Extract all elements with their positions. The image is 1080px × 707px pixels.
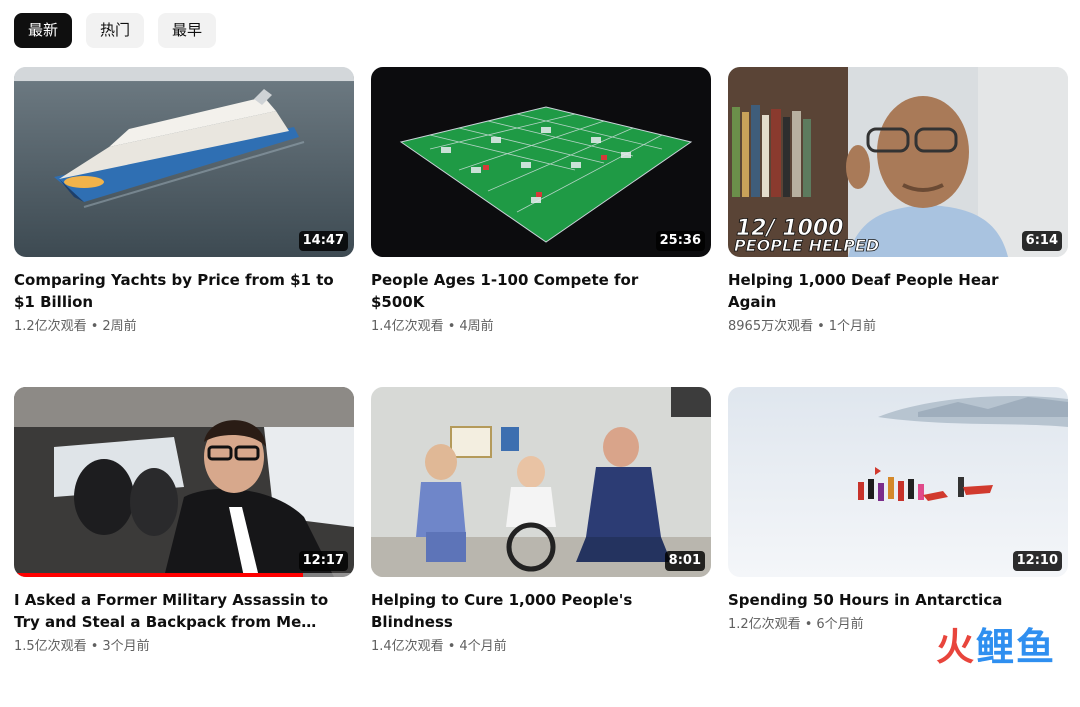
video-title[interactable]: Helping to Cure 1,000 People's Blindness <box>371 589 691 633</box>
video-duration: 12:17 <box>298 551 348 571</box>
upload-age: 3个月前 <box>102 639 150 654</box>
view-count: 1.4亿次观看 <box>371 319 444 334</box>
upload-age: 4周前 <box>459 319 494 334</box>
separator-dot: • <box>447 639 456 654</box>
chip-newest[interactable]: 最新 <box>14 13 73 48</box>
video-duration: 8:01 <box>664 551 705 571</box>
video-thumbnail[interactable]: 12:10 <box>728 387 1068 577</box>
video-thumbnail[interactable]: 14:47 <box>14 67 354 257</box>
video-title[interactable]: People Ages 1-100 Compete for $500K <box>371 269 691 313</box>
watermark-logo: 火鲤鱼 <box>936 616 1056 671</box>
video-title[interactable]: Comparing Yachts by Price from $1 to $1 … <box>14 269 334 313</box>
view-count: 1.2亿次观看 <box>14 319 87 334</box>
video-card[interactable]: 12:17 I Asked a Former Military Assassin… <box>14 387 354 707</box>
video-meta: 1.2亿次观看 • 2周前 <box>14 318 354 336</box>
video-meta: 1.4亿次观看 • 4个月前 <box>371 638 711 656</box>
arena-cubicles-thumbnail <box>371 67 711 257</box>
video-title[interactable]: Spending 50 Hours in Antarctica <box>728 589 1048 611</box>
cruise-ship-thumbnail <box>14 67 354 257</box>
video-duration: 6:14 <box>1021 231 1062 251</box>
upload-age: 2周前 <box>102 319 137 334</box>
snow-expedition-thumbnail <box>728 387 1068 577</box>
video-grid: 14:47 Comparing Yachts by Price from $1 … <box>14 67 1068 707</box>
upload-age: 4个月前 <box>459 639 507 654</box>
video-title[interactable]: I Asked a Former Military Assassin to Tr… <box>14 589 334 633</box>
video-duration: 25:36 <box>655 231 705 251</box>
video-meta: 1.4亿次观看 • 4周前 <box>371 318 711 336</box>
video-card[interactable]: 25:36 People Ages 1-100 Compete for $500… <box>371 67 711 387</box>
chip-oldest[interactable]: 最早 <box>158 13 217 48</box>
video-thumbnail[interactable]: 12/ 1000 PEOPLE HELPED 6:14 <box>728 67 1068 257</box>
car-interior-thumbnail <box>14 387 354 577</box>
thumbnail-overlay-caption: PEOPLE HELPED <box>734 236 879 255</box>
upload-age: 1个月前 <box>828 319 877 334</box>
video-meta: 1.5亿次观看 • 3个月前 <box>14 638 354 656</box>
separator-dot: • <box>447 319 456 334</box>
separator-dot: • <box>90 639 99 654</box>
view-count: 8965万次观看 <box>728 319 814 334</box>
separator-dot: • <box>90 319 99 334</box>
view-count: 1.5亿次观看 <box>14 639 87 654</box>
video-duration: 14:47 <box>298 231 348 251</box>
watch-progress-fill <box>14 573 303 577</box>
separator-dot: • <box>817 319 825 334</box>
video-thumbnail[interactable]: 25:36 <box>371 67 711 257</box>
filter-chip-bar: 最新 热门 最早 <box>14 13 217 48</box>
video-thumbnail[interactable]: 8:01 <box>371 387 711 577</box>
separator-dot: • <box>804 617 813 632</box>
video-card[interactable]: 12/ 1000 PEOPLE HELPED 6:14 Helping 1,00… <box>728 67 1068 387</box>
watch-progress-bar <box>14 573 354 577</box>
watermark-part2: 鲤鱼 <box>975 625 1056 669</box>
video-meta: 8965万次观看 • 1个月前 <box>728 318 1068 336</box>
chip-popular[interactable]: 热门 <box>86 13 145 48</box>
video-duration: 12:10 <box>1012 551 1062 571</box>
video-title[interactable]: Helping 1,000 Deaf People Hear Again <box>728 269 1048 313</box>
watermark-part1: 火 <box>935 625 976 669</box>
man-portrait-thumbnail: 12/ 1000 PEOPLE HELPED <box>728 67 1068 257</box>
upload-age: 6个月前 <box>816 617 864 632</box>
clinic-thumbnail <box>371 387 711 577</box>
video-card[interactable]: 8:01 Helping to Cure 1,000 People's Blin… <box>371 387 711 707</box>
view-count: 1.2亿次观看 <box>728 617 801 632</box>
video-card[interactable]: 14:47 Comparing Yachts by Price from $1 … <box>14 67 354 387</box>
view-count: 1.4亿次观看 <box>371 639 444 654</box>
video-thumbnail[interactable]: 12:17 <box>14 387 354 577</box>
